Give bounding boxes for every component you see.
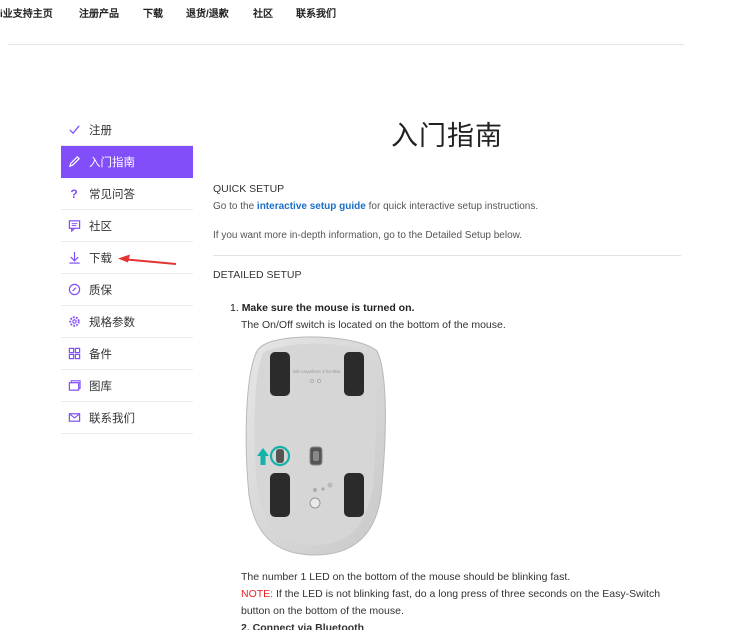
quick-setup-more-info: If you want more in-depth information, g… [213, 230, 523, 241]
sidebar: 注册 入门指南 ? 常见问答 社区 下载 质保 规格参数 备件 图库 联系我们 [61, 114, 193, 434]
sidebar-item-specs[interactable]: 规格参数 [61, 306, 193, 338]
step2-title: 2. Connect via Bluetooth [241, 622, 365, 630]
led-text: The number 1 LED on the bottom of the mo… [241, 571, 571, 583]
step1-text: The On/Off switch is located on the bott… [241, 319, 506, 331]
mouse-bottom-image: MX Anywhere 3 for Mac [245, 336, 386, 556]
check-icon [67, 123, 81, 137]
sidebar-item-label: 图库 [89, 380, 112, 393]
annotation-arrow-icon [118, 254, 177, 265]
mail-icon [67, 411, 81, 425]
nav-downloads[interactable]: 下载 [143, 5, 163, 20]
detailed-setup-heading: DETAILED SETUP [213, 269, 302, 281]
sidebar-item-contact[interactable]: 联系我们 [61, 402, 193, 434]
sidebar-item-faq[interactable]: ? 常见问答 [61, 178, 193, 210]
nav-returns[interactable]: 退货/退款 [186, 5, 229, 20]
quick-setup-line: Go to the interactive setup guide for qu… [213, 201, 538, 212]
nav-register-product[interactable]: 注册产品 [79, 5, 119, 20]
pencil-icon [67, 155, 81, 169]
sidebar-item-community[interactable]: 社区 [61, 210, 193, 242]
sidebar-item-label: 常见问答 [89, 188, 135, 201]
step1-title: 1. Make sure the mouse is turned on. [230, 302, 414, 314]
nav-contact[interactable]: 联系我们 [296, 5, 336, 20]
nav-support-home[interactable]: i业支持主页 [0, 5, 53, 20]
sidebar-item-label: 下载 [89, 252, 112, 265]
note-body: If the LED is not blinking fast, do a lo… [276, 588, 661, 600]
sidebar-item-label: 入门指南 [89, 156, 135, 169]
note-text-continued: button on the bottom of the mouse. [241, 605, 404, 617]
settings-icon [67, 315, 81, 329]
header-divider [8, 44, 684, 45]
sidebar-item-warranty[interactable]: 质保 [61, 274, 193, 306]
interactive-setup-guide-link[interactable]: interactive setup guide [257, 201, 366, 212]
sidebar-item-register[interactable]: 注册 [61, 114, 193, 146]
section-divider [213, 255, 681, 256]
warranty-icon [67, 283, 81, 297]
step1-heading: Make sure the mouse is turned on. [241, 302, 415, 314]
sidebar-item-getting-started[interactable]: 入门指南 [61, 146, 193, 178]
sidebar-item-label: 质保 [89, 284, 112, 297]
note-label: NOTE: [241, 588, 274, 600]
sidebar-item-gallery[interactable]: 图库 [61, 370, 193, 402]
step1-number: 1. [230, 302, 239, 314]
top-nav: i业支持主页 注册产品 下载 退货/退款 社区 联系我们 [0, 0, 746, 22]
chat-icon [67, 219, 81, 233]
question-icon: ? [70, 186, 78, 201]
quick-setup-heading: QUICK SETUP [213, 183, 285, 195]
sidebar-item-label: 规格参数 [89, 316, 135, 329]
sidebar-item-label: 备件 [89, 348, 112, 361]
page-title: 入门指南 [391, 121, 503, 151]
quick-setup-prefix: Go to the [213, 201, 255, 212]
sidebar-item-label: 注册 [89, 124, 112, 137]
nav-community[interactable]: 社区 [253, 5, 273, 20]
note-text: NOTE: If the LED is not blinking fast, d… [241, 586, 660, 603]
download-icon [67, 251, 81, 265]
sidebar-item-spare-parts[interactable]: 备件 [61, 338, 193, 370]
mouse-model-label: MX Anywhere 3 for Mac [293, 369, 342, 374]
grid-icon [67, 347, 81, 361]
gallery-icon [67, 379, 81, 393]
quick-setup-suffix: for quick interactive setup instructions… [368, 201, 539, 212]
sidebar-item-label: 社区 [89, 220, 112, 233]
sidebar-item-label: 联系我们 [89, 412, 135, 425]
